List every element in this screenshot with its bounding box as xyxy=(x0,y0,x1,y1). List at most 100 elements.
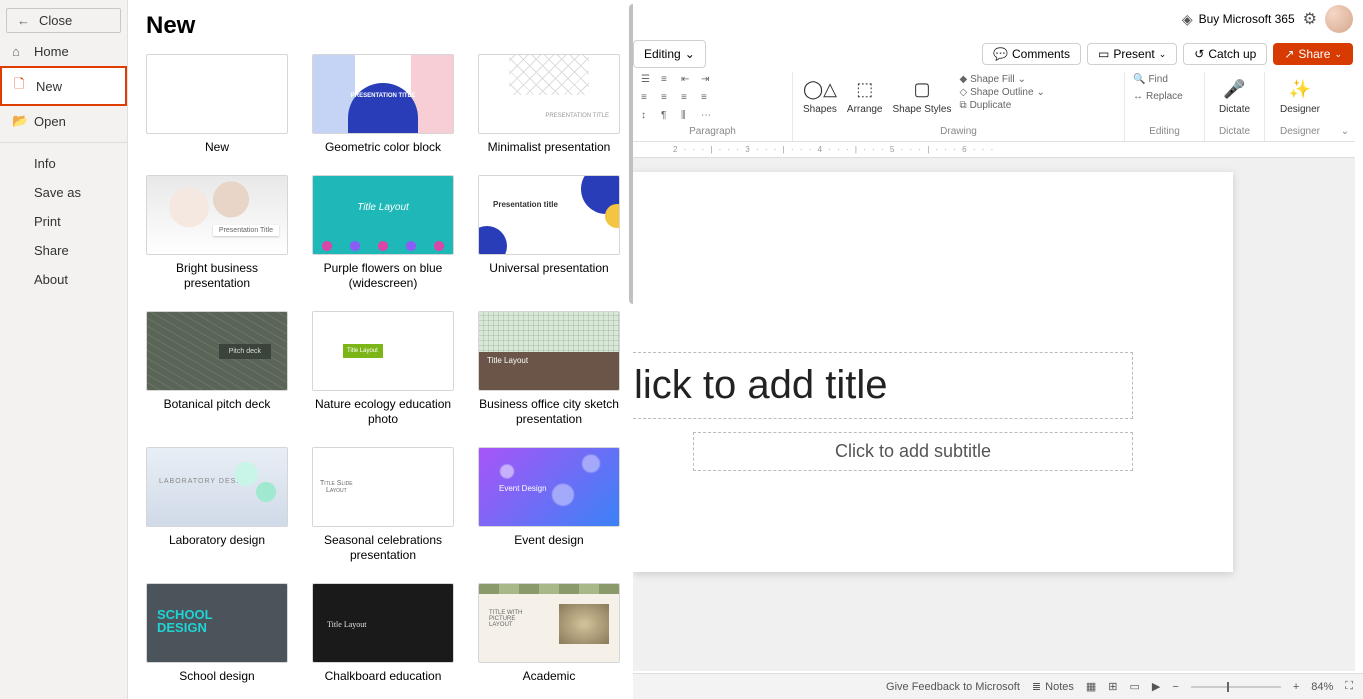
template-blank[interactable]: New xyxy=(146,54,288,155)
template-thumb xyxy=(478,54,620,134)
notes-toggle[interactable]: ≣ Notes xyxy=(1032,680,1074,693)
app-header: ◈ Buy Microsoft 365 ⚙ xyxy=(633,0,1363,38)
template-universal[interactable]: Presentation title Universal presentatio… xyxy=(478,175,620,291)
buy-label: Buy Microsoft 365 xyxy=(1199,12,1295,26)
align-center-icon[interactable]: ≡ xyxy=(661,92,677,106)
zoom-percent[interactable]: 84% xyxy=(1311,681,1333,693)
title-toolbar: 💬 Comments ▭ Present ⌄ ↺ Catch up ↗ Shar… xyxy=(633,40,1353,68)
feedback-link[interactable]: Give Feedback to Microsoft xyxy=(886,681,1020,693)
template-event[interactable]: Event design xyxy=(478,447,620,563)
zoom-out-icon[interactable]: − xyxy=(1172,681,1178,693)
shape-outline-button[interactable]: ◇ Shape Outline ⌄ xyxy=(959,87,1044,98)
comment-icon: 💬 xyxy=(993,47,1008,61)
template-seasonal[interactable]: Title Slide Layout Seasonal celebrations… xyxy=(312,447,454,563)
present-button[interactable]: ▭ Present ⌄ xyxy=(1087,43,1177,65)
replace-button[interactable]: ↔ Replace xyxy=(1133,91,1196,102)
template-laboratory[interactable]: Laboratory design xyxy=(146,447,288,563)
editing-group-label: Editing xyxy=(1133,126,1196,139)
sidebar-item-share[interactable]: Share xyxy=(0,236,127,265)
duplicate-button[interactable]: ⧉ Duplicate xyxy=(959,100,1044,111)
template-label: Seasonal celebrations presentation xyxy=(312,533,454,563)
template-label: Minimalist presentation xyxy=(488,140,611,155)
sidebar-item-new[interactable]: 🗋 New xyxy=(0,66,127,106)
template-bright-business[interactable]: Bright business presentation xyxy=(146,175,288,291)
view-sorter-icon[interactable]: ⊞ xyxy=(1108,680,1117,693)
text-direction-icon[interactable]: ¶ xyxy=(661,110,677,124)
bullets-icon[interactable]: ☰ xyxy=(641,74,657,88)
ribbon-expand-icon[interactable]: ⌄ xyxy=(1341,126,1349,137)
scrollbar-thumb[interactable] xyxy=(629,4,633,304)
settings-gear-icon[interactable]: ⚙ xyxy=(1303,9,1317,29)
designer-button[interactable]: ✨ Designer xyxy=(1273,74,1327,117)
template-business-city[interactable]: Business office city sketch presentation xyxy=(478,311,620,427)
template-thumb xyxy=(312,54,454,134)
chevron-down-icon: ⌄ xyxy=(1159,49,1167,60)
view-slideshow-icon[interactable]: ▶ xyxy=(1152,680,1160,693)
template-minimalist[interactable]: Minimalist presentation xyxy=(478,54,620,155)
more-paragraph-icon[interactable]: ⋯ xyxy=(701,110,717,124)
catchup-label: Catch up xyxy=(1208,47,1256,61)
template-chalkboard[interactable]: Chalkboard education xyxy=(312,583,454,684)
new-file-icon: 🗋 xyxy=(14,75,28,97)
shape-styles-icon: ▢ xyxy=(909,76,935,102)
drawing-group-label: Drawing xyxy=(801,126,1116,139)
template-botanical[interactable]: Botanical pitch deck xyxy=(146,311,288,427)
template-nature-ecology[interactable]: Title Layout Nature ecology education ph… xyxy=(312,311,454,427)
sidebar-item-info[interactable]: Info xyxy=(0,149,127,178)
catch-up-button[interactable]: ↺ Catch up xyxy=(1183,43,1267,65)
zoom-slider[interactable] xyxy=(1191,686,1281,688)
zoom-in-icon[interactable]: + xyxy=(1293,681,1299,693)
dictate-button[interactable]: 🎤 Dictate xyxy=(1213,74,1256,117)
columns-icon[interactable]: ⫼ xyxy=(681,110,697,124)
template-academic[interactable]: Academic xyxy=(478,583,620,684)
template-thumb xyxy=(146,583,288,663)
title-placeholder[interactable]: lick to add title xyxy=(633,352,1133,419)
justify-icon[interactable]: ≡ xyxy=(701,92,717,106)
file-sidebar: ← Close ⌂ Home 🗋 New 📂 Open Info Save as… xyxy=(0,0,128,699)
line-spacing-icon[interactable]: ↕ xyxy=(641,110,657,124)
indent-decrease-icon[interactable]: ⇤ xyxy=(681,74,697,88)
find-button[interactable]: 🔍 Find xyxy=(1133,74,1196,85)
slide-canvas[interactable]: lick to add title Click to add subtitle xyxy=(633,172,1233,572)
template-label: Purple flowers on blue (widescreen) xyxy=(312,261,454,291)
sidebar-item-about[interactable]: About xyxy=(0,265,127,294)
share-label: Share xyxy=(1298,47,1330,61)
sidebar-item-print[interactable]: Print xyxy=(0,207,127,236)
designer-icon: ✨ xyxy=(1287,76,1313,102)
share-button[interactable]: ↗ Share ⌄ xyxy=(1273,43,1353,65)
template-scrollbar[interactable] xyxy=(629,4,633,444)
sidebar-item-open[interactable]: 📂 Open xyxy=(0,106,127,136)
view-reading-icon[interactable]: ▭ xyxy=(1130,680,1140,693)
comments-button[interactable]: 💬 Comments xyxy=(982,43,1081,65)
template-school[interactable]: School design xyxy=(146,583,288,684)
subtitle-placeholder[interactable]: Click to add subtitle xyxy=(693,432,1133,471)
sidebar-saveas-label: Save as xyxy=(34,185,81,200)
file-new-panel: ← Close ⌂ Home 🗋 New 📂 Open Info Save as… xyxy=(0,0,633,699)
sidebar-item-home[interactable]: ⌂ Home xyxy=(0,37,127,66)
align-right-icon[interactable]: ≡ xyxy=(681,92,697,106)
view-normal-icon[interactable]: ▦ xyxy=(1086,680,1096,693)
template-geometric[interactable]: Geometric color block xyxy=(312,54,454,155)
shape-fill-button[interactable]: ◆ Shape Fill ⌄ xyxy=(959,74,1044,85)
template-label: Chalkboard education xyxy=(325,669,442,684)
fit-to-window-icon[interactable]: ⛶ xyxy=(1345,680,1353,693)
template-thumb xyxy=(146,311,288,391)
new-page-title: New xyxy=(146,12,621,40)
indent-increase-icon[interactable]: ⇥ xyxy=(701,74,717,88)
comments-label: Comments xyxy=(1012,47,1070,61)
sidebar-item-close[interactable]: ← Close xyxy=(6,8,121,33)
user-avatar[interactable] xyxy=(1325,5,1353,33)
sidebar-open-label: Open xyxy=(34,114,66,129)
template-purple-flowers[interactable]: Purple flowers on blue (widescreen) xyxy=(312,175,454,291)
template-thumb: Presentation title xyxy=(478,175,620,255)
align-left-icon[interactable]: ≡ xyxy=(641,92,657,106)
buy-microsoft-365[interactable]: ◈ Buy Microsoft 365 xyxy=(1182,11,1295,28)
diamond-icon: ◈ xyxy=(1182,11,1193,28)
shapes-button[interactable]: ◯△ Shapes xyxy=(801,74,839,117)
shape-styles-button[interactable]: ▢ Shape Styles xyxy=(891,74,954,117)
dictate-group-label: Dictate xyxy=(1213,126,1256,139)
sidebar-item-save-as[interactable]: Save as xyxy=(0,178,127,207)
numbering-icon[interactable]: ≡ xyxy=(661,74,677,88)
arrange-button[interactable]: ⬚ Arrange xyxy=(845,74,885,117)
ribbon: ☰ ≡ ⇤ ⇥ ≡ ≡ ≡ ≡ ↕ ¶ ⫼ ⋯ Paragraph ◯△ Sha… xyxy=(633,72,1355,142)
